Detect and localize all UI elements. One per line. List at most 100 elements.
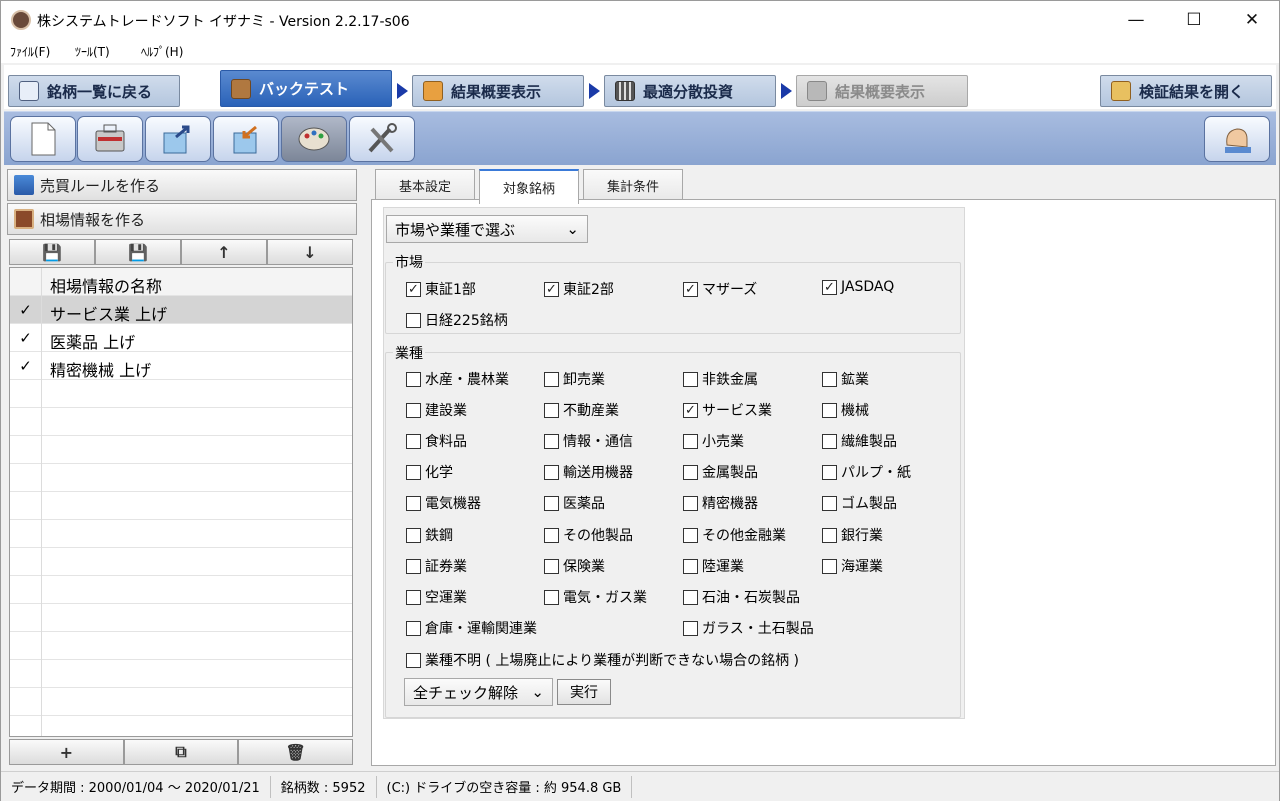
tab-aggregation-conditions[interactable]: 集計条件 (583, 169, 683, 201)
industry-checkbox[interactable]: 精密機器 (683, 493, 758, 513)
industry-checkbox[interactable]: 鉱業 (822, 369, 869, 389)
bulk-check-dropdown[interactable]: 全チェック解除 ⌄ (404, 678, 553, 706)
industry-checkbox[interactable]: ガラス・土石製品 (683, 618, 814, 638)
industry-checkbox[interactable]: 食料品 (406, 431, 467, 451)
market-checkbox-mothers[interactable]: ✓ マザーズ (683, 279, 757, 299)
tab-target-stocks[interactable]: 対象銘柄 (479, 169, 579, 204)
menu-file[interactable]: ﾌｧｲﾙ(F) (10, 43, 50, 60)
checkbox-box (822, 402, 837, 418)
list-item[interactable]: ✓ 精密機械 上げ (10, 352, 352, 380)
application-window: 株システムトレードソフト イザナミ - Version 2.2.17-s06 —… (0, 0, 1280, 801)
minimize-button[interactable]: — (1107, 1, 1165, 39)
industry-checkbox[interactable]: 水産・農林業 (406, 369, 509, 389)
eye-icon (19, 81, 39, 101)
calculator-icon (615, 81, 635, 101)
move-up-icon[interactable]: ↑ (181, 239, 267, 265)
industry-checkbox[interactable]: 海運業 (822, 556, 883, 576)
palette-icon (298, 127, 330, 151)
new-button[interactable] (10, 116, 76, 162)
trash-icon[interactable]: 🗑 (238, 739, 354, 765)
industry-checkbox[interactable]: 輸送用機器 (544, 462, 633, 482)
menu-tools[interactable]: ﾂｰﾙ(T) (75, 43, 110, 60)
selection-method-dropdown[interactable]: 市場や業種で選ぶ ⌄ (386, 215, 588, 243)
list-item[interactable]: ✓ サービス業 上げ (10, 296, 352, 324)
list-item-checkbox[interactable]: ✓ (10, 352, 42, 380)
nav-tab-back-to-list[interactable]: 銘柄一覧に戻る (8, 75, 180, 107)
checkbox-label: 日経225銘柄 (425, 313, 508, 329)
tab-basic-settings[interactable]: 基本設定 (375, 169, 475, 201)
market-checkbox-jasdaq[interactable]: ✓ JASDAQ (822, 279, 894, 295)
industry-checkbox[interactable]: 石油・石炭製品 (683, 587, 800, 607)
industry-checkbox[interactable]: 電気・ガス業 (544, 587, 647, 607)
import-button[interactable] (213, 116, 279, 162)
checkbox-label: 建設業 (425, 403, 467, 419)
save-icon[interactable]: 💾 (9, 239, 95, 265)
checkbox-box (683, 620, 698, 636)
nav-tab-backtest[interactable]: バックテスト (220, 70, 392, 107)
new-document-icon (31, 122, 56, 156)
checkbox-box: ✓ (822, 279, 837, 295)
industry-checkbox[interactable]: 不動産業 (544, 400, 619, 420)
industry-checkbox[interactable]: 陸運業 (683, 556, 744, 576)
industry-checkbox[interactable]: 繊維製品 (822, 431, 897, 451)
industry-checkbox[interactable]: 証券業 (406, 556, 467, 576)
industry-checkbox[interactable]: 鉄鋼 (406, 525, 453, 545)
checkbox-label: 精密機器 (702, 496, 758, 512)
nav-tab-open-results[interactable]: 検証結果を開く (1100, 75, 1272, 107)
checkbox-box (683, 433, 698, 449)
execute-button[interactable]: 実行 (557, 679, 611, 705)
industry-checkbox[interactable]: 医薬品 (544, 493, 605, 513)
list-item-checkbox[interactable]: ✓ (10, 296, 42, 324)
industry-checkbox[interactable]: 倉庫・運輸関連業 (406, 618, 537, 638)
nav-tab-optimal-diversification[interactable]: 最適分散投資 (604, 75, 776, 107)
briefcase-button[interactable] (77, 116, 143, 162)
industry-checkbox[interactable]: 保険業 (544, 556, 605, 576)
industry-checkbox[interactable]: 空運業 (406, 587, 467, 607)
industry-checkbox[interactable]: ✓ サービス業 (683, 400, 772, 420)
add-icon[interactable]: + (9, 739, 124, 765)
industry-checkbox[interactable]: その他製品 (544, 525, 633, 545)
tools-button[interactable] (349, 116, 415, 162)
nav-tab-label: 結果概要表示 (835, 82, 926, 101)
move-down-icon[interactable]: ↓ (267, 239, 353, 265)
create-trade-rule-button[interactable]: 売買ルールを作る (7, 169, 357, 201)
industry-checkbox[interactable]: パルプ・紙 (822, 462, 911, 482)
market-checkbox-tse1[interactable]: ✓ 東証1部 (406, 279, 476, 299)
industry-checkbox[interactable]: 化学 (406, 462, 453, 482)
save-as-icon[interactable]: 💾 (95, 239, 181, 265)
close-button[interactable]: ✕ (1223, 1, 1280, 39)
menu-help[interactable]: ﾍﾙﾌﾟ(H) (141, 43, 183, 60)
nav-tab-result-summary-2[interactable]: 結果概要表示 (796, 75, 968, 107)
checkbox-box (822, 464, 837, 480)
checkbox-box (683, 527, 698, 543)
maximize-button[interactable]: ☐ (1165, 1, 1223, 39)
market-checkbox-tse2[interactable]: ✓ 東証2部 (544, 279, 614, 299)
industry-checkbox[interactable]: 金属製品 (683, 462, 758, 482)
create-market-info-button[interactable]: 相場情報を作る (7, 203, 357, 235)
industry-checkbox-unknown[interactable]: 業種不明 ( 上場廃止により業種が判断できない場合の銘柄 ) (406, 650, 799, 670)
industry-checkbox[interactable]: 建設業 (406, 400, 467, 420)
nav-tab-result-summary[interactable]: 結果概要表示 (412, 75, 584, 107)
industry-checkbox[interactable]: 電気機器 (406, 493, 481, 513)
industry-checkbox[interactable]: 機械 (822, 400, 869, 420)
hand-button[interactable] (1204, 116, 1270, 162)
checkbox-box (544, 464, 559, 480)
industry-checkbox[interactable]: 銀行業 (822, 525, 883, 545)
list-item-checkbox[interactable]: ✓ (10, 324, 42, 352)
market-info-icon (14, 209, 34, 229)
export-button[interactable] (145, 116, 211, 162)
industry-checkbox[interactable]: その他金融業 (683, 525, 786, 545)
market-checkbox-nikkei225[interactable]: 日経225銘柄 (406, 310, 508, 330)
industry-checkbox[interactable]: 非鉄金属 (683, 369, 758, 389)
industry-checkbox[interactable]: 小売業 (683, 431, 744, 451)
list-item[interactable]: ✓ 医薬品 上げ (10, 324, 352, 352)
checkbox-box (544, 402, 559, 418)
industry-checkbox[interactable]: ゴム製品 (822, 493, 897, 513)
duplicate-icon[interactable]: ⧉ (123, 739, 239, 765)
industry-checkbox[interactable]: 卸売業 (544, 369, 605, 389)
status-data-period: データ期間 : 2000/01/04 〜 2020/01/21 (1, 775, 271, 798)
create-market-info-label: 相場情報を作る (40, 210, 146, 229)
palette-button[interactable] (281, 116, 347, 162)
industry-checkbox[interactable]: 情報・通信 (544, 431, 633, 451)
nav-arrow-icon (781, 83, 792, 99)
